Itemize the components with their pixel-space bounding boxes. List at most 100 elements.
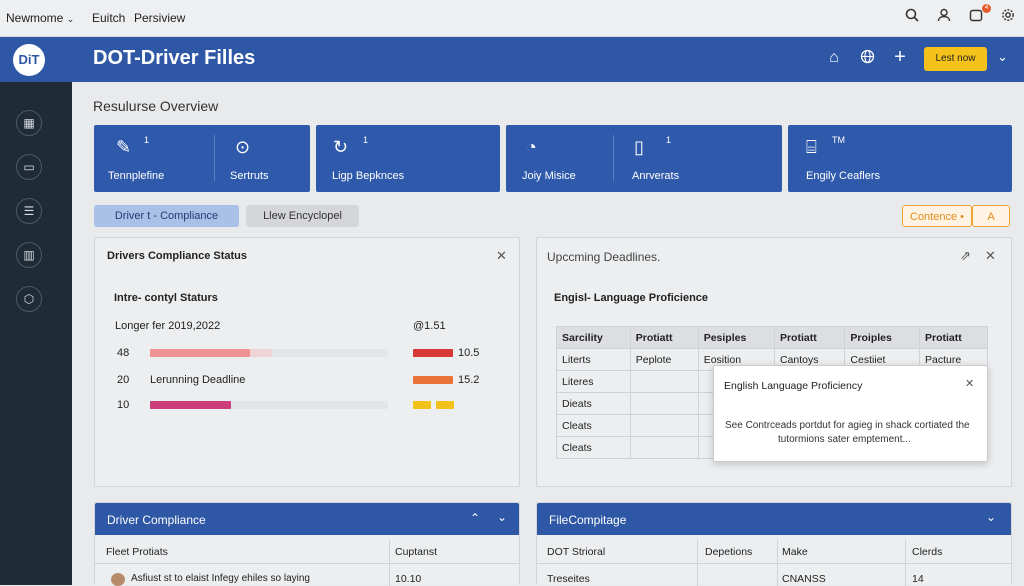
- english-proficiency-popup: English Language Proficiency ✕ See Contr…: [713, 365, 988, 462]
- table-cell: CNANSS: [782, 573, 826, 585]
- compliance-bar-3: [150, 401, 231, 409]
- close-icon[interactable]: ✕: [965, 377, 974, 390]
- column-header[interactable]: Sarcility: [556, 326, 631, 349]
- panel-subtitle: Intre- contyl Staturs: [114, 292, 218, 304]
- main-content: Resulurse Overview ✎ 1 Tennplefine ⊙ Ser…: [72, 82, 1024, 586]
- right-bar-1: [413, 349, 453, 357]
- row-num: 20: [117, 374, 130, 386]
- panel-subtitle: Engisl- Language Proficience: [554, 292, 709, 304]
- table-cell: 14: [912, 573, 924, 585]
- tile-divider: [613, 135, 614, 181]
- table-cell: Literts: [556, 348, 631, 371]
- table-cell: [629, 370, 699, 393]
- map-pin-icon: ⊙: [235, 137, 251, 157]
- column-header[interactable]: Make: [782, 546, 808, 558]
- tile-label: Sertruts: [230, 170, 269, 182]
- app-header: DiT DOT-Driver Filles ⌂ + Lest now ⌄: [0, 37, 1024, 82]
- compliance-status-panel: Drivers Compliance Status ✕ Intre- conty…: [94, 237, 520, 487]
- right-bar-3a: [413, 401, 431, 409]
- search-icon[interactable]: [902, 8, 922, 28]
- table-cell: Literes: [556, 370, 631, 393]
- bank-icon: ⌸: [806, 137, 817, 157]
- pen-icon: ✎: [116, 137, 132, 157]
- panel-title: Drivers Compliance Status: [107, 250, 247, 262]
- popup-body-line1: See Contrceads portdut for agieg in shac…: [725, 420, 970, 431]
- table-cell: Dieats: [556, 392, 631, 415]
- popup-body-line2: tutormions sater emptement...: [778, 434, 911, 445]
- row-label: Lerunning Deadline: [150, 374, 246, 386]
- driver-compliance-panel: Driver Compliance ⌃ ⌄ Fleet Protiats Cup…: [94, 502, 520, 586]
- column-header[interactable]: Proiples: [844, 326, 921, 349]
- tile-safety[interactable]: ◔ Joiy Misice ▯ 1 Anrverats: [506, 125, 782, 192]
- tile-sup: TM: [832, 135, 845, 145]
- column-header[interactable]: Protiatt: [773, 326, 846, 349]
- tile-templates[interactable]: ✎ 1 Tennplefine ⊙ Sertruts: [94, 125, 310, 192]
- settings-icon[interactable]: [998, 8, 1018, 28]
- expand-icon[interactable]: ⇗: [960, 248, 971, 264]
- workspace-label: Newmome: [6, 11, 64, 25]
- row-value: 10.10: [395, 573, 422, 585]
- a-button[interactable]: A: [972, 205, 1010, 227]
- panel-title: Driver Compliance: [107, 513, 206, 527]
- column-header[interactable]: DOT Strioral: [547, 546, 605, 558]
- column-header[interactable]: Protiatt: [629, 326, 699, 349]
- chevron-down-icon[interactable]: ⌄: [497, 510, 507, 524]
- contence-button[interactable]: Contence •: [902, 205, 972, 227]
- tile-english[interactable]: ⌸ TM Engily Ceaflers: [788, 125, 1012, 192]
- filter-compliance-pill[interactable]: Driver t - Compliance: [94, 205, 239, 227]
- sidebar: ▦ ▭ ☰ ▥ ⬡: [0, 82, 72, 585]
- table-cell: Treseites: [547, 573, 590, 585]
- bar-chart-icon[interactable]: ▥: [16, 242, 42, 268]
- menu-item-1[interactable]: Euitch: [92, 11, 125, 25]
- column-header[interactable]: Clerds: [912, 546, 942, 558]
- collapse-icon[interactable]: ⌃: [470, 511, 480, 525]
- badge-check-icon[interactable]: ⬡: [16, 286, 42, 312]
- row-text: Asfiust st to elaist Infegy ehiles so la…: [131, 573, 310, 584]
- add-icon[interactable]: +: [889, 46, 911, 69]
- user-icon[interactable]: [934, 8, 954, 28]
- monitor-icon[interactable]: ▭: [16, 154, 42, 180]
- grid-icon[interactable]: ▦: [16, 110, 42, 136]
- tile-label: Anrverats: [632, 170, 680, 182]
- header-action-button[interactable]: Lest now: [924, 47, 987, 71]
- workspace-selector[interactable]: Newmome ⌄: [6, 11, 74, 25]
- column-header[interactable]: Depetions: [705, 546, 752, 558]
- tile-label: Tennplefine: [108, 170, 165, 182]
- column-header[interactable]: Cuptanst: [395, 546, 437, 558]
- refresh-icon: ↻: [333, 137, 349, 157]
- overview-title: Resulurse Overview: [93, 98, 219, 114]
- app-logo[interactable]: DiT: [13, 44, 45, 76]
- right-value: 10.5: [458, 347, 480, 359]
- file-compliance-panel: FileCompitage ⌄ DOT Strioral Depetions M…: [536, 502, 1012, 586]
- pie-icon: ◔: [526, 137, 537, 157]
- table-cell: [629, 392, 699, 415]
- menu-item-2[interactable]: Persiview: [134, 11, 185, 25]
- right-value: 15.2: [458, 374, 480, 386]
- tile-label: Ligp Bepknces: [332, 170, 405, 182]
- tile-sup: 1: [144, 135, 150, 145]
- column-header[interactable]: Fleet Protiats: [106, 546, 168, 558]
- table-cell: [629, 414, 699, 437]
- chevron-down-icon[interactable]: ⌄: [997, 49, 1008, 65]
- close-icon[interactable]: ✕: [496, 248, 507, 264]
- filter-encyclopedia-pill[interactable]: Llew Encyclopel: [246, 205, 359, 227]
- table-header-row: Sarcility Protiatt Pesiples Protiatt Pro…: [556, 326, 988, 349]
- tile-logbook[interactable]: ↻ 1 Ligp Bepknces: [316, 125, 500, 192]
- period-label: Longer fer 2019,2022: [115, 320, 221, 332]
- column-header[interactable]: Protiatt: [919, 326, 988, 349]
- globe-icon[interactable]: [856, 49, 878, 69]
- tile-sup: 1: [363, 135, 369, 145]
- bar-shadow: [150, 349, 272, 357]
- tile-label: Engily Ceaflers: [806, 170, 880, 182]
- building-icon[interactable]: ⌂: [823, 49, 845, 67]
- row-num: 48: [117, 347, 130, 359]
- panel-header: Driver Compliance ⌃ ⌄: [95, 503, 519, 535]
- top-bar: Newmome ⌄ Euitch Persiview 4: [0, 0, 1024, 37]
- close-icon[interactable]: ✕: [985, 248, 996, 264]
- column-header[interactable]: Pesiples: [697, 326, 775, 349]
- list-icon[interactable]: ☰: [16, 198, 42, 224]
- row-divider: [95, 563, 519, 564]
- chevron-down-icon[interactable]: ⌄: [986, 510, 996, 524]
- phone-icon: ▯: [634, 137, 644, 157]
- right-header: @1.51: [413, 320, 446, 332]
